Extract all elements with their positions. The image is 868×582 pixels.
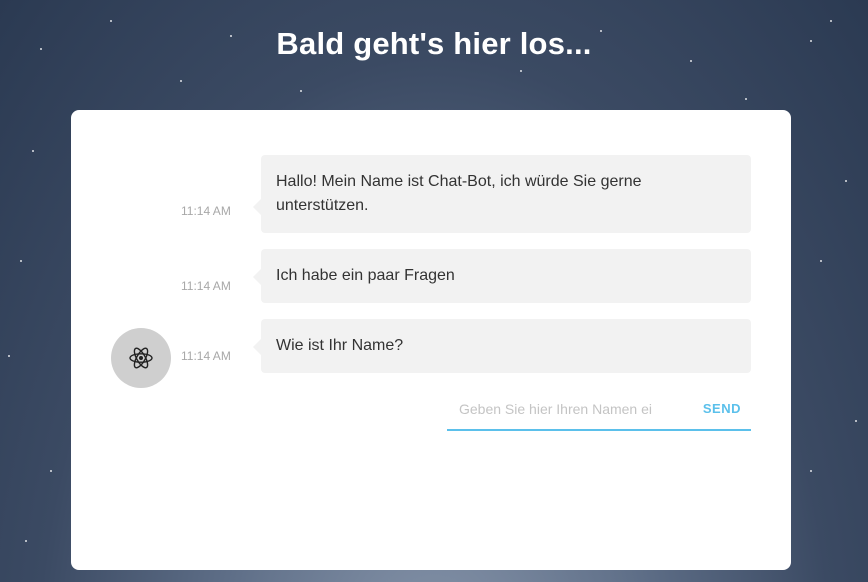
message-bubble: Hallo! Mein Name ist Chat-Bot, ich würde… — [253, 155, 751, 233]
page-title: Bald geht's hier los... — [276, 26, 592, 61]
name-input[interactable] — [447, 392, 677, 426]
message-timestamp: 11:14 AM — [181, 279, 231, 293]
message-bubble: Ich habe ein paar Fragen — [253, 249, 751, 303]
atom-icon — [129, 347, 153, 369]
bot-avatar — [111, 328, 171, 388]
message-timestamp: 11:14 AM — [181, 349, 231, 363]
message-timestamp: 11:14 AM — [181, 204, 231, 218]
chat-window: 11:14 AM Hallo! Mein Name ist Chat-Bot, … — [71, 110, 791, 570]
name-input-area: SEND — [447, 392, 751, 431]
message-bubble: Wie ist Ihr Name? — [253, 319, 751, 373]
send-button[interactable]: SEND — [703, 401, 741, 416]
